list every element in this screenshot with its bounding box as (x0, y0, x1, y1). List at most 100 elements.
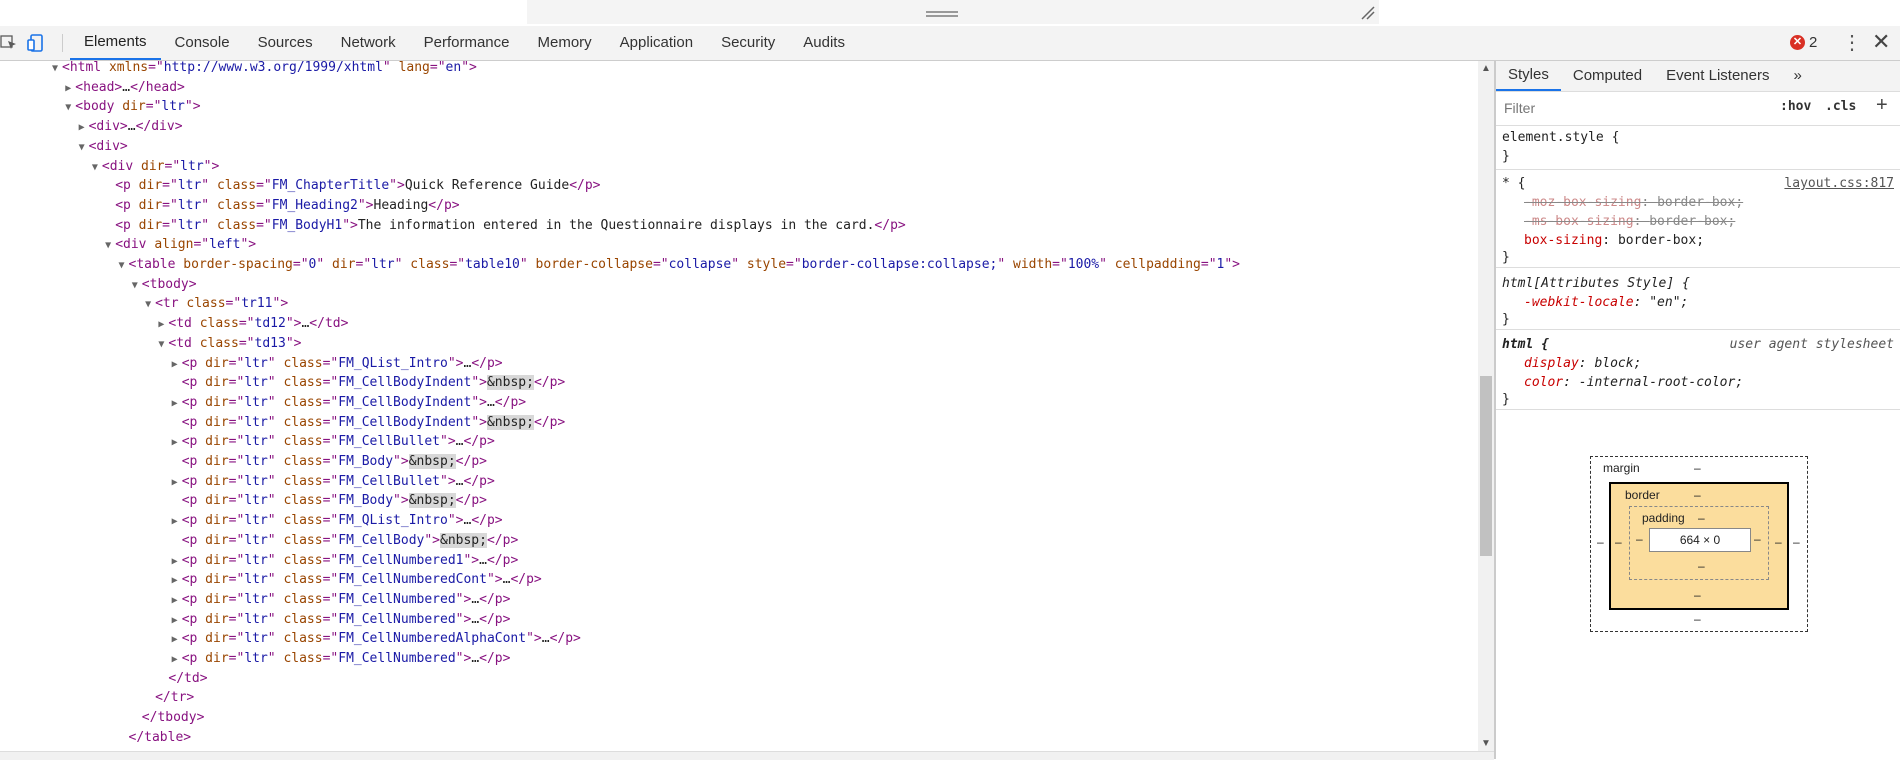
dom-node-line[interactable]: <p dir="ltr" class="FM_CellBodyIndent">&… (168, 413, 565, 432)
expand-node-icon[interactable]: ▶ (168, 611, 182, 630)
dom-node-line[interactable]: </tr> (141, 688, 194, 707)
dom-node-line[interactable]: <p dir="ltr" class="FM_ChapterTitle">Qui… (101, 176, 600, 195)
expand-node-icon[interactable]: ▶ (168, 473, 182, 492)
expand-node-icon[interactable]: ▶ (61, 79, 75, 98)
border-top-value[interactable]: – (1694, 488, 1701, 502)
expand-node-icon[interactable]: ▶ (168, 433, 182, 452)
dom-node-line[interactable]: ▼ <td class="td13"> (154, 334, 301, 353)
dom-node-line[interactable]: ▶ <head>…</head> (61, 78, 185, 97)
collapse-node-icon[interactable]: ▼ (154, 335, 168, 354)
rule-universal[interactable]: * { layout.css:817 -moz-box-sizing: bord… (1496, 172, 1900, 268)
rule-selector[interactable]: element.style { (1502, 128, 1619, 147)
dom-node-line[interactable]: ▼ <tbody> (128, 275, 197, 294)
padding-bottom-value[interactable]: – (1698, 559, 1705, 573)
styles-filter-input[interactable] (1502, 96, 1766, 120)
scroll-up-icon[interactable]: ▲ (1481, 63, 1491, 74)
css-declaration[interactable]: -ms-box-sizing: border-box; (1524, 212, 1735, 231)
more-options-icon[interactable]: ⋮ (1842, 33, 1862, 53)
box-model-content-size[interactable]: 664 × 0 (1649, 528, 1751, 552)
dom-node-line[interactable]: <p dir="ltr" class="FM_Heading2">Heading… (101, 196, 459, 215)
toggle-class-button[interactable]: .cls (1825, 99, 1856, 114)
dom-node-line[interactable]: ▼ <div> (75, 137, 128, 156)
device-toolbar-icon[interactable] (26, 33, 46, 53)
dom-node-line[interactable]: ▼ <body dir="ltr"> (61, 97, 200, 116)
expand-node-icon[interactable]: ▶ (168, 630, 182, 649)
box-model-border[interactable]: border – – – – padding – – – – 664 × 0 (1609, 482, 1789, 610)
more-tabs-icon[interactable]: » (1781, 61, 1813, 91)
expand-node-icon[interactable]: ▶ (168, 355, 182, 374)
rule-source-link[interactable]: layout.css:817 (1784, 174, 1894, 193)
dom-node-line[interactable]: ▶ <p dir="ltr" class="FM_CellNumberedAlph… (168, 629, 581, 648)
scroll-down-icon[interactable]: ▼ (1481, 738, 1491, 749)
margin-right-value[interactable]: – (1793, 535, 1800, 549)
toggle-hover-state-button[interactable]: :hov (1780, 99, 1811, 114)
resize-grip-icon[interactable] (926, 11, 958, 19)
tab-sources[interactable]: Sources (244, 26, 327, 60)
collapse-node-icon[interactable]: ▼ (61, 98, 75, 117)
collapse-node-icon[interactable]: ▼ (128, 276, 142, 295)
tab-performance[interactable]: Performance (410, 26, 524, 60)
dom-node-line[interactable]: ▶ <p dir="ltr" class="FM_CellNumbered">…<… (168, 610, 511, 629)
tab-security[interactable]: Security (707, 26, 789, 60)
tab-audits[interactable]: Audits (789, 26, 859, 60)
expand-node-icon[interactable]: ▶ (168, 571, 182, 590)
dom-node-line[interactable]: ▶ <p dir="ltr" class="FM_CellBullet">…</p… (168, 432, 495, 451)
box-model-margin[interactable]: margin – – – – border – – – – padding – … (1590, 456, 1808, 632)
devtools-resize-strip[interactable] (0, 0, 1900, 26)
border-left-value[interactable]: – (1615, 535, 1622, 549)
rule-selector[interactable]: * { (1502, 174, 1525, 193)
dom-node-line[interactable]: ▶ <p dir="ltr" class="FM_CellBodyIndent">… (168, 393, 526, 412)
tab-network[interactable]: Network (327, 26, 410, 60)
dom-tree-scrollbar[interactable]: ▲ ▼ (1478, 61, 1494, 751)
dom-node-line[interactable]: </tbody> (128, 708, 205, 727)
expand-node-icon[interactable]: ▶ (168, 650, 182, 669)
error-count-badge[interactable]: ✕ 2 (1790, 34, 1817, 51)
expand-node-icon[interactable]: ▶ (168, 591, 182, 610)
sidebar-tab-event-listeners[interactable]: Event Listeners (1654, 61, 1781, 91)
dom-node-line[interactable]: ▼ <tr class="tr11"> (141, 294, 288, 313)
css-declaration[interactable]: -moz-box-sizing: border-box; (1524, 193, 1743, 212)
dom-node-line[interactable]: ▼ <html xmlns="http://www.w3.org/1999/xht… (48, 61, 477, 77)
dom-node-line[interactable]: <p dir="ltr" class="FM_CellBodyIndent">&… (168, 373, 565, 392)
dom-node-line[interactable]: </td> (154, 669, 207, 688)
margin-top-value[interactable]: – (1694, 461, 1701, 475)
dom-node-line[interactable]: ▶ <p dir="ltr" class="FM_CellNumbered">…<… (168, 590, 511, 609)
dom-node-line[interactable]: ▶ <p dir="ltr" class="FM_QList_Intro">…</… (168, 511, 503, 530)
padding-top-value[interactable]: – (1698, 511, 1705, 525)
dom-node-line[interactable]: <p dir="ltr" class="FM_CellBody">&nbsp;<… (168, 531, 518, 550)
tab-elements[interactable]: Elements (70, 26, 161, 60)
dom-node-line[interactable]: ▶ <div>…</div> (75, 117, 183, 136)
collapse-node-icon[interactable]: ▼ (141, 295, 155, 314)
collapse-node-icon[interactable]: ▼ (115, 256, 129, 275)
dom-node-line[interactable]: ▶ <p dir="ltr" class="FM_QList_Intro">…</… (168, 354, 503, 373)
expand-node-icon[interactable]: ▶ (168, 394, 182, 413)
dom-node-line[interactable]: ▶ <p dir="ltr" class="FM_CellBullet">…</p… (168, 472, 495, 491)
elements-dom-tree[interactable]: ▼ <html xmlns="http://www.w3.org/1999/xht… (0, 61, 1478, 751)
expand-node-icon[interactable]: ▶ (75, 118, 89, 137)
expand-node-icon[interactable]: ▶ (154, 315, 168, 334)
box-model-padding[interactable]: padding – – – – 664 × 0 (1629, 506, 1769, 580)
dom-node-line[interactable]: ▼ <div dir="ltr"> (88, 157, 219, 176)
collapse-node-icon[interactable]: ▼ (75, 138, 89, 157)
sidebar-tab-computed[interactable]: Computed (1561, 61, 1654, 91)
expand-node-icon[interactable]: ▶ (168, 552, 182, 571)
tab-console[interactable]: Console (161, 26, 244, 60)
collapse-node-icon[interactable]: ▼ (88, 158, 102, 177)
close-devtools-icon[interactable]: ✕ (1872, 31, 1890, 53)
css-declaration[interactable]: box-sizing: border-box; (1524, 231, 1704, 250)
inspect-element-icon[interactable] (0, 33, 20, 53)
new-style-rule-icon[interactable]: + (1876, 94, 1888, 117)
margin-bottom-value[interactable]: – (1694, 612, 1701, 626)
dom-node-line[interactable]: <p dir="ltr" class="FM_Body">&nbsp;</p> (168, 491, 487, 510)
dom-node-line[interactable]: ▶ <p dir="ltr" class="FM_CellNumbered">…<… (168, 649, 511, 668)
border-right-value[interactable]: – (1775, 535, 1782, 549)
resize-corner-icon[interactable] (1358, 3, 1376, 21)
scrollbar-thumb[interactable] (1480, 376, 1492, 556)
sidebar-tab-styles[interactable]: Styles (1496, 61, 1561, 91)
rule-element-style[interactable]: element.style { } (1496, 126, 1900, 170)
dom-node-line[interactable]: <p dir="ltr" class="FM_BodyH1">The infor… (101, 216, 906, 235)
dom-node-line[interactable]: </table> (115, 728, 192, 747)
dom-node-line[interactable]: ▼ <div align="left"> (101, 235, 256, 254)
dom-node-line[interactable]: ▶ <p dir="ltr" class="FM_CellNumbered1">…… (168, 551, 519, 570)
expand-node-icon[interactable]: ▶ (168, 512, 182, 531)
